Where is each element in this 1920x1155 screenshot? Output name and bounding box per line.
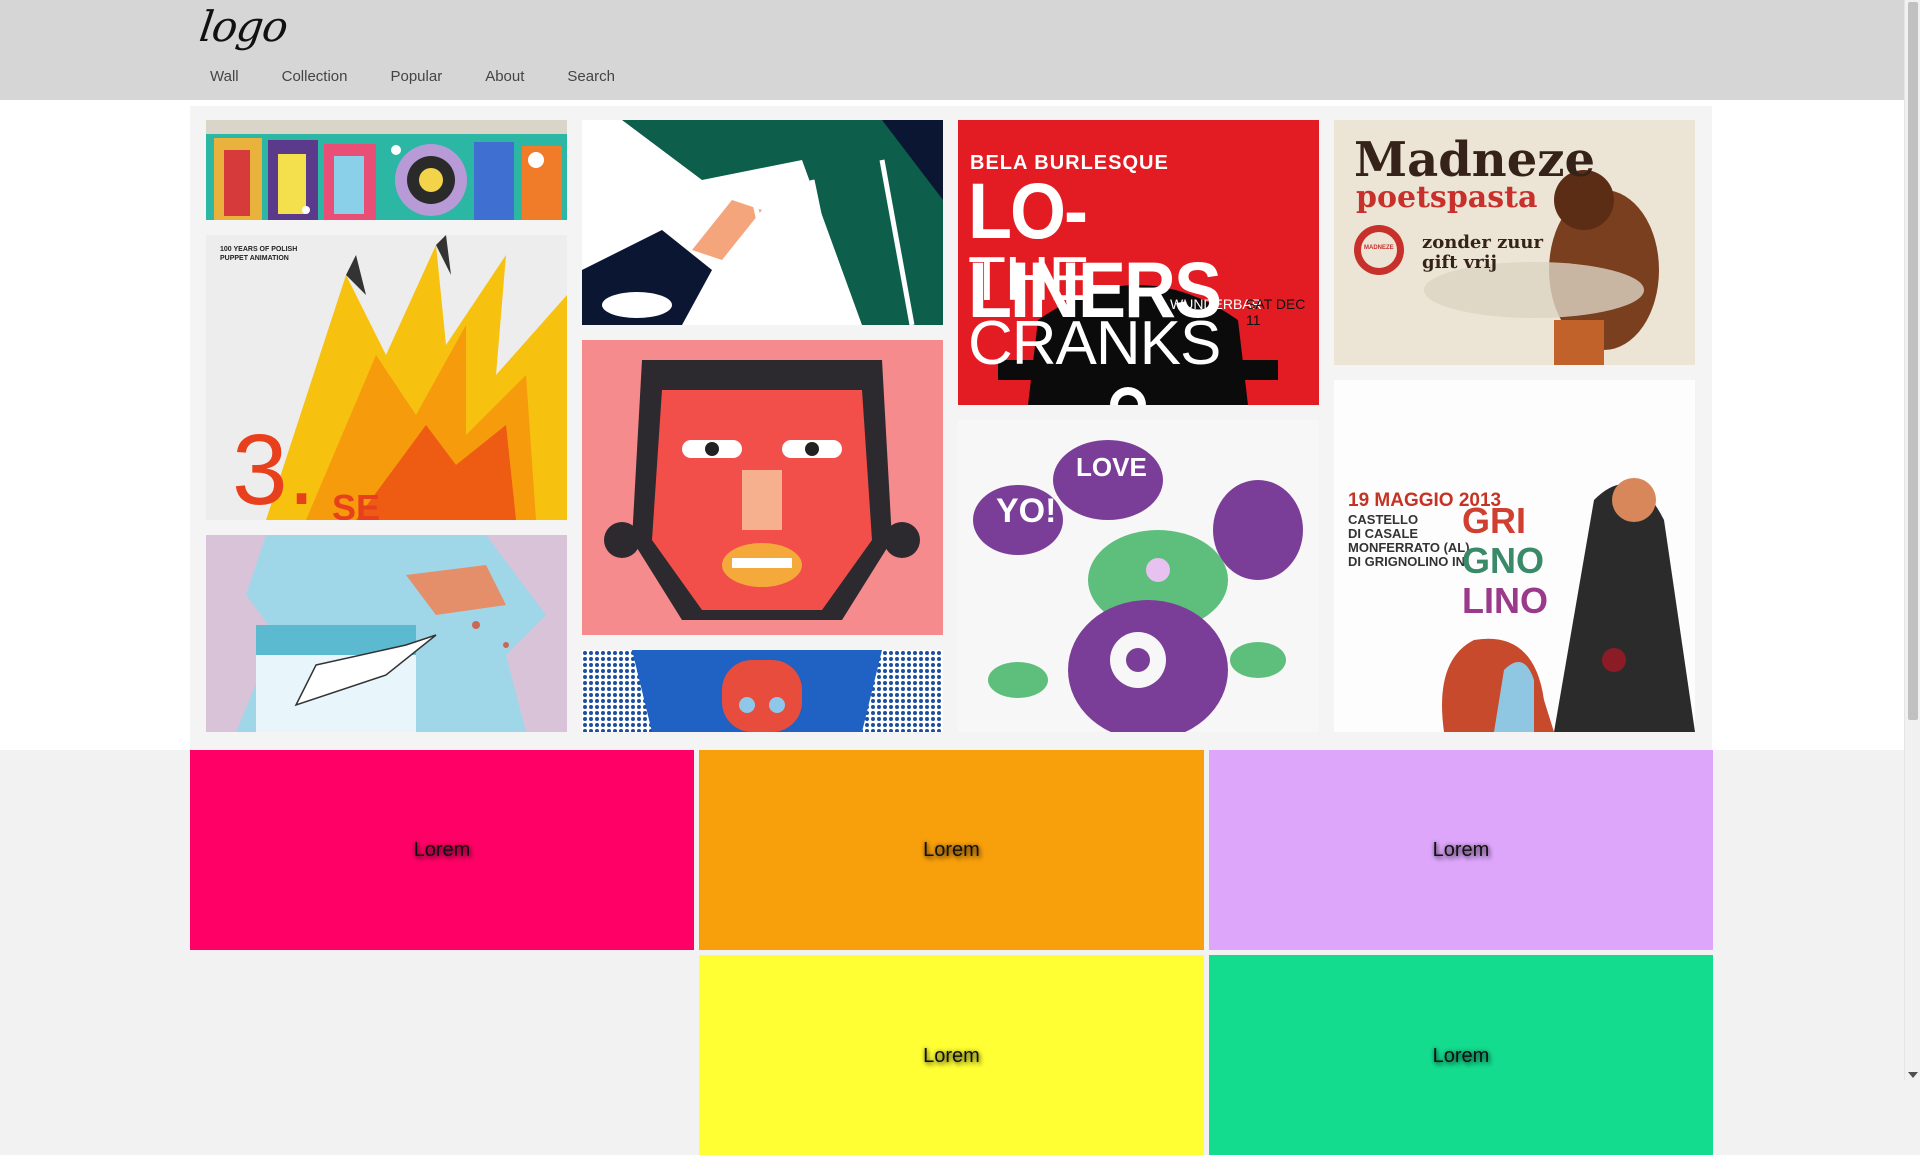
grignolino-word2: GNO xyxy=(1462,540,1545,581)
madneze-tag1: zonder zuur xyxy=(1422,232,1543,253)
poster-polish-animation[interactable]: 100 YEARS OF POLISH PUPPET ANIMATION 3. … xyxy=(206,235,567,520)
page-scrollbar[interactable] xyxy=(1904,0,1920,1080)
polish-sub: SE xyxy=(332,487,381,520)
polish-header: 100 YEARS OF POLISH PUPPET ANIMATION xyxy=(220,246,298,262)
image-gallery: 100 YEARS OF POLISH PUPPET ANIMATION 3. … xyxy=(190,106,1712,750)
grignolino-word1: GRI xyxy=(1462,500,1527,541)
loliners-date: SAT DEC 11 xyxy=(1246,296,1306,328)
poster-yo-purple[interactable]: YO! LOVE xyxy=(958,420,1319,732)
grignolino-place1: CASTELLO xyxy=(1348,512,1419,527)
poster-grignolino[interactable]: 19 MAGGIO 2013 CASTELLO DI CASALE MONFER… xyxy=(1334,380,1695,732)
color-card-lavender[interactable]: Lorem xyxy=(1209,750,1713,950)
gallery-column-4: Madneze poetspasta zonder zuur gift vrij… xyxy=(1334,120,1695,732)
gallery-column-2 xyxy=(582,120,943,732)
polish-number: 3. xyxy=(232,414,316,520)
color-card-green[interactable]: Lorem xyxy=(1209,955,1713,1155)
grignolino-place4: DI GRIGNOLINO IN xyxy=(1348,554,1465,569)
scroll-down-arrow-icon[interactable] xyxy=(1908,1072,1918,1078)
nav-about[interactable]: About xyxy=(485,68,524,85)
main-nav: Wall Collection Popular About Search xyxy=(210,68,658,85)
gallery-column-3: BELA BURLESQUE LO-LINERS THE CRANKS WUND… xyxy=(958,120,1319,732)
color-card-yellow[interactable]: Lorem xyxy=(699,955,1204,1155)
love-text: LOVE xyxy=(1076,452,1147,482)
nav-collection[interactable]: Collection xyxy=(282,68,348,85)
poster-red-face[interactable] xyxy=(582,340,943,635)
poster-lo-liners[interactable]: BELA BURLESQUE LO-LINERS THE CRANKS WUND… xyxy=(958,120,1319,405)
color-card-orange[interactable]: Lorem xyxy=(699,750,1204,950)
grignolino-word3: LINO xyxy=(1462,580,1548,621)
grignolino-place3: MONFERRATO (AL) xyxy=(1348,540,1470,555)
poster-madneze[interactable]: Madneze poetspasta zonder zuur gift vrij… xyxy=(1334,120,1695,365)
poster-blue-halftone[interactable] xyxy=(582,650,943,732)
color-card-pink[interactable]: Lorem xyxy=(190,750,694,950)
nav-popular[interactable]: Popular xyxy=(390,68,442,85)
poster-green-plane[interactable] xyxy=(582,120,943,325)
grignolino-place2: DI CASALE xyxy=(1348,526,1419,541)
madneze-subtitle: poetspasta xyxy=(1356,180,1538,215)
site-header: logo Wall Collection Popular About Searc… xyxy=(0,0,1904,100)
poster-colorful-letters[interactable] xyxy=(206,120,567,220)
madneze-badge: MADNEZE xyxy=(1364,245,1394,251)
nav-search[interactable]: Search xyxy=(567,68,615,85)
nav-wall[interactable]: Wall xyxy=(210,68,239,85)
yo-text: YO! xyxy=(996,492,1057,530)
site-logo[interactable]: logo xyxy=(197,2,291,51)
scrollbar-thumb[interactable] xyxy=(1908,2,1918,720)
gallery-column-1: 100 YEARS OF POLISH PUPPET ANIMATION 3. … xyxy=(206,120,567,732)
poster-waterfall-bird[interactable] xyxy=(206,535,567,732)
madneze-tag2: gift vrij xyxy=(1422,252,1498,273)
